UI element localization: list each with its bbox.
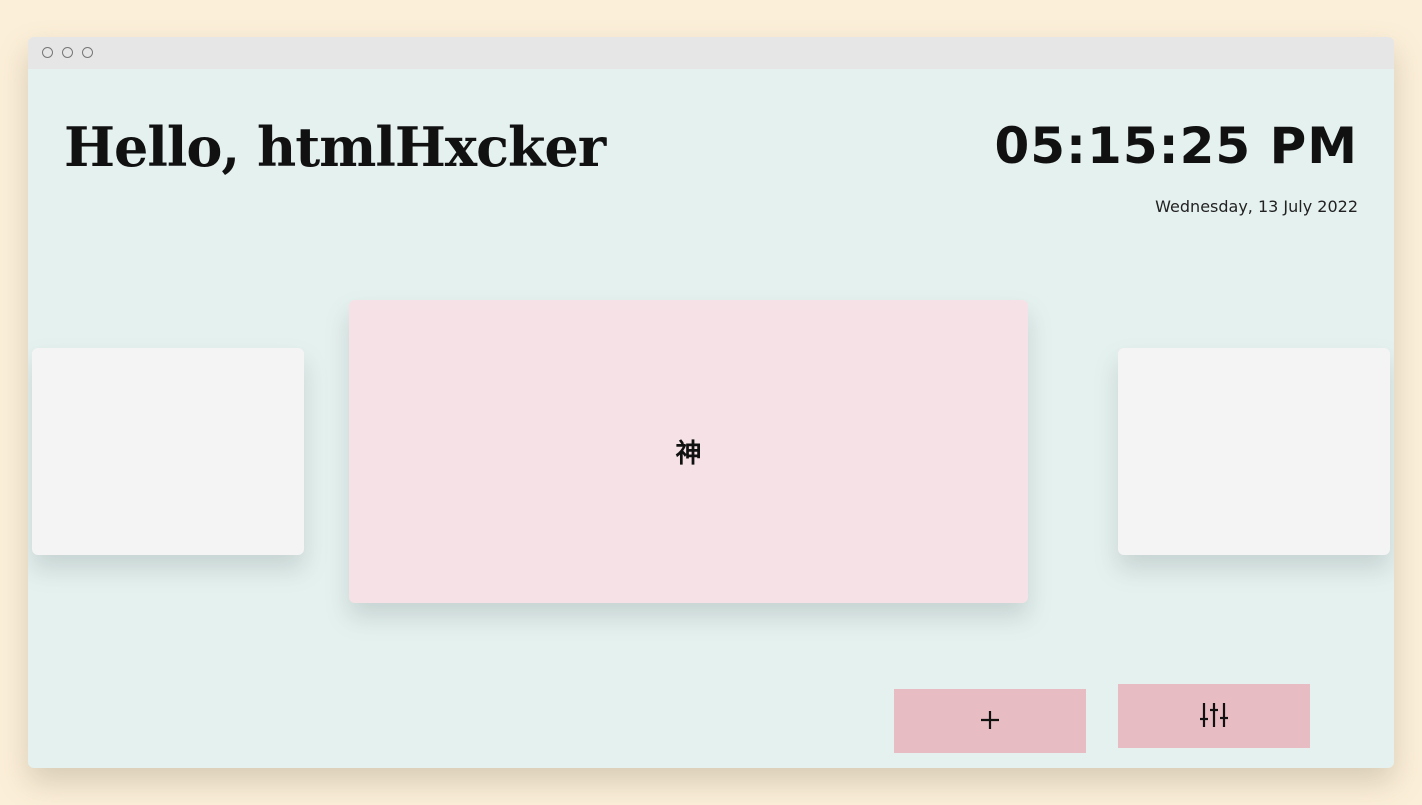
clock-date: Wednesday, 13 July 2022 bbox=[1155, 197, 1358, 216]
add-card-button[interactable] bbox=[894, 689, 1086, 753]
greeting-title: Hello, htmlHxcker bbox=[64, 115, 606, 179]
card-current[interactable]: 神 bbox=[349, 300, 1028, 603]
window-maximize-dot[interactable] bbox=[82, 47, 93, 58]
card-next[interactable] bbox=[1118, 348, 1390, 555]
settings-button[interactable] bbox=[1118, 684, 1310, 748]
card-current-character: 神 bbox=[675, 439, 702, 469]
title-bar bbox=[28, 37, 1394, 69]
card-previous[interactable] bbox=[32, 348, 304, 555]
sliders-icon bbox=[1199, 701, 1229, 732]
window-minimize-dot[interactable] bbox=[62, 47, 73, 58]
app-window: Hello, htmlHxcker 05:15:25 PM Wednesday,… bbox=[28, 37, 1394, 768]
window-close-dot[interactable] bbox=[42, 47, 53, 58]
clock-time: 05:15:25 PM bbox=[994, 117, 1358, 175]
plus-icon bbox=[979, 709, 1001, 734]
